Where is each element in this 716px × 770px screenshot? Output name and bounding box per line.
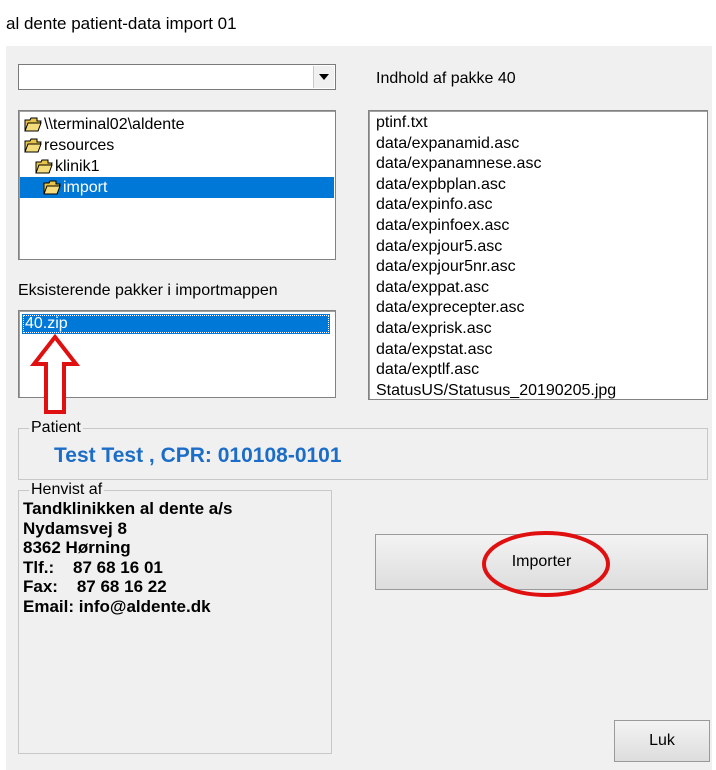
file-list-item[interactable]: data/exprisk.asc	[376, 319, 707, 340]
referrer-address: Tandklinikken al dente a/s Nydamsvej 8 8…	[23, 499, 232, 616]
patient-info: Test Test , CPR: 010108-0101	[54, 444, 342, 467]
combobox-dropdown-button[interactable]	[313, 66, 334, 88]
referrer-line: Nydamsvej 8	[23, 518, 127, 538]
window-title: al dente patient-data import 01	[6, 14, 237, 33]
tree-item-label: resources	[44, 136, 115, 154]
referrer-line: Tandklinikken al dente a/s	[23, 499, 233, 518]
tree-item-label: klinik1	[55, 157, 100, 175]
referrer-group-legend: Henvist af	[29, 481, 105, 499]
red-circle-annotation	[482, 531, 610, 597]
import-dialog: al dente patient-data import 01 \\termin…	[0, 0, 716, 770]
file-list-item[interactable]: data/exppat.asc	[376, 278, 707, 299]
referrer-line: 8362 Hørning	[23, 538, 131, 557]
file-list-item[interactable]: data/expanamid.asc	[376, 134, 707, 155]
file-list-item[interactable]: data/expinfo.asc	[376, 195, 707, 216]
tree-item-root[interactable]: \\terminal02\aldente	[22, 114, 185, 135]
file-list-item[interactable]: data/exprecepter.asc	[376, 298, 707, 319]
tree-item-label: \\terminal02\aldente	[44, 115, 185, 133]
drive-combobox[interactable]	[18, 64, 336, 90]
file-list-item[interactable]: data/expjour5.asc	[376, 237, 707, 258]
folder-open-icon	[43, 180, 61, 195]
red-arrow-annotation	[30, 334, 80, 414]
chevron-down-icon	[319, 74, 329, 80]
file-list-item[interactable]: data/expstat.asc	[376, 340, 707, 361]
referrer-group: Henvist af Tandklinikken al dente a/s Ny…	[18, 481, 332, 754]
file-list-item[interactable]: data/expinfoex.asc	[376, 216, 707, 237]
referrer-line: Tlf.: 87 68 16 01	[23, 557, 163, 577]
package-item-label: 40.zip	[25, 315, 68, 332]
file-list-item[interactable]: data/expjour5nr.asc	[376, 257, 707, 278]
tree-item-klinik1[interactable]: klinik1	[33, 156, 99, 177]
patient-group-legend: Patient	[29, 419, 83, 437]
packages-label: Eksisterende pakker i importmappen	[18, 282, 278, 299]
close-button-label: Luk	[649, 732, 675, 749]
folder-tree[interactable]: \\terminal02\aldente resources klinik1 i…	[18, 110, 336, 260]
close-button[interactable]: Luk	[614, 720, 710, 762]
package-contents-label: Indhold af pakke 40	[376, 70, 516, 87]
referrer-line: Fax: 87 68 16 22	[23, 577, 167, 596]
package-contents-list[interactable]: ptinf.txt data/expanamid.asc data/expanamn…	[368, 110, 708, 400]
tree-item-resources[interactable]: resources	[22, 135, 114, 156]
tree-item-import[interactable]: import	[20, 177, 334, 198]
folder-open-icon	[24, 138, 42, 153]
file-list-item[interactable]: data/exptlf.asc	[376, 360, 707, 381]
package-item[interactable]: 40.zip	[22, 314, 330, 334]
folder-open-icon	[24, 117, 42, 132]
referrer-line: Email: info@aldente.dk	[23, 596, 211, 616]
file-list-item[interactable]: ptinf.txt	[376, 113, 707, 134]
file-list-item[interactable]: data/expanamnese.asc	[376, 154, 707, 175]
tree-item-label: import	[63, 178, 108, 196]
file-list-item[interactable]: data/expbplan.asc	[376, 175, 707, 196]
file-list-item[interactable]: StatusUS/Statusus_20190205.jpg	[376, 381, 707, 402]
folder-open-icon	[35, 159, 53, 174]
